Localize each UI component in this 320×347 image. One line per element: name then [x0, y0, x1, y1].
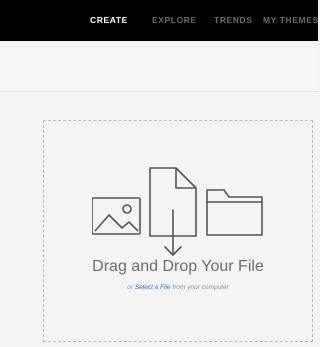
sub-toolbar [0, 41, 318, 92]
folder-icon [206, 189, 263, 236]
image-icon [92, 197, 141, 235]
nav-item-my-themes[interactable]: MY THEMES [263, 0, 318, 41]
nav-item-explore[interactable]: EXPLORE [152, 0, 197, 41]
nav-item-trends[interactable]: TRENDS [214, 0, 253, 41]
subtitle-suffix: from your computer [172, 284, 229, 291]
upload-illustration [92, 167, 263, 256]
nav-item-create[interactable]: CREATE [90, 0, 128, 41]
drop-instruction-subtitle: or Select a File from your computer [43, 284, 313, 291]
select-file-link[interactable]: Select a File [135, 284, 171, 291]
drop-instruction-title: Drag and Drop Your File [92, 258, 264, 275]
file-download-icon [149, 167, 197, 256]
top-navigation: CREATE EXPLORE TRENDS MY THEMES [0, 0, 318, 41]
subtitle-prefix: or [127, 284, 133, 291]
